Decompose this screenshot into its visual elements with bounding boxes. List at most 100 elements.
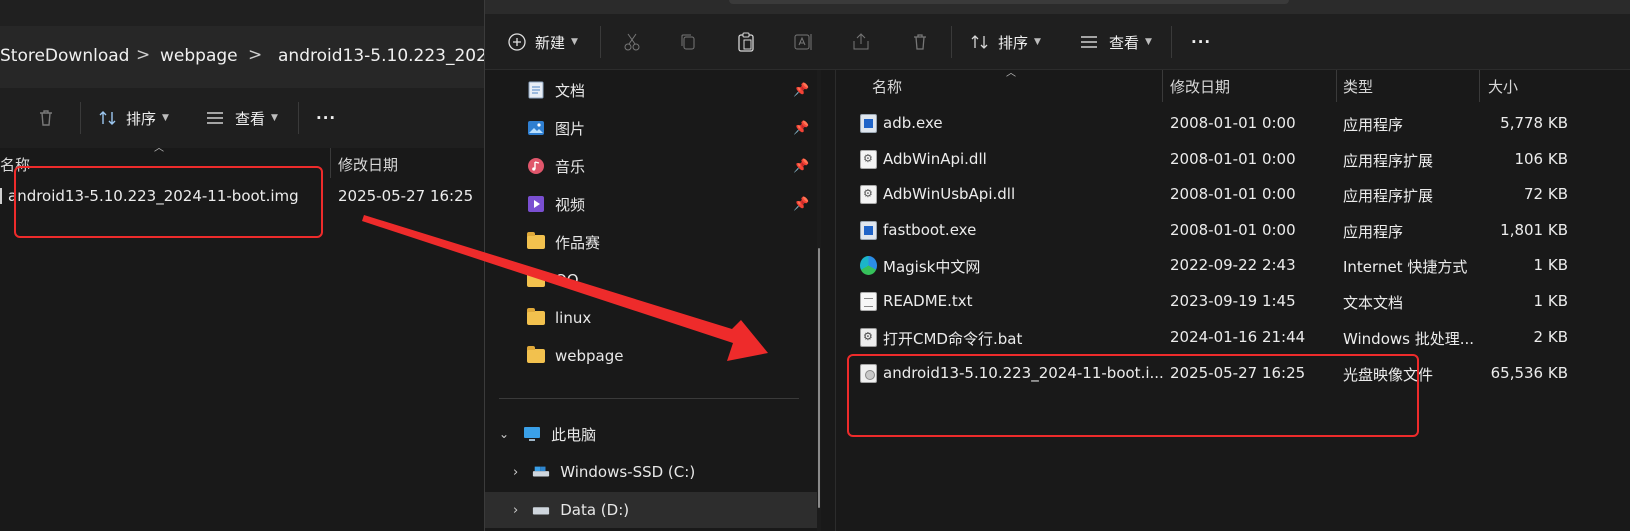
left-address-bar[interactable]: StoreDownload > webpage > android13-5.10… — [0, 26, 504, 88]
file-row[interactable]: AdbWinApi.dll 2008-01-01 0:00 应用程序扩展 106… — [836, 142, 1630, 178]
file-row[interactable]: AdbWinUsbApi.dll 2008-01-01 0:00 应用程序扩展 … — [836, 177, 1630, 213]
breadcrumb-separator[interactable]: > — [136, 45, 150, 65]
left-window-top-strip — [0, 0, 504, 26]
pin-icon[interactable]: 📌 — [793, 197, 809, 212]
column-header-modified[interactable]: 修改日期 — [1170, 76, 1230, 97]
right-explorer-window: 新建 ▼ 排序 ▼ 查看 ▼ ··· 文档 📌 图片 📌 音乐 📌 视频 📌 作… — [484, 0, 1630, 531]
toolbar-divider — [80, 102, 81, 134]
nav-item-label: Data (D:) — [560, 501, 630, 519]
nav-item-this-pc[interactable]: ⌄ 此电脑 — [485, 416, 819, 452]
view-button[interactable]: 查看 ▼ — [205, 106, 278, 130]
column-divider[interactable] — [1336, 70, 1337, 102]
sort-button[interactable]: 排序 ▼ — [98, 106, 169, 130]
file-row[interactable]: 打开CMD命令行.bat 2024-01-16 21:44 Windows 批处… — [836, 320, 1630, 356]
nav-item-zuopinsai[interactable]: 作品赛 — [485, 224, 819, 260]
column-header-modified[interactable]: 修改日期 — [338, 154, 398, 175]
chevron-down-icon[interactable]: ⌄ — [499, 427, 509, 441]
nav-item-label: 图片 — [555, 119, 586, 138]
paste-button[interactable] — [736, 30, 756, 54]
exe-file-icon — [860, 114, 877, 133]
chevron-down-icon: ▼ — [162, 113, 169, 123]
pin-icon[interactable]: 📌 — [793, 159, 809, 174]
column-divider[interactable] — [1479, 70, 1480, 102]
more-options-button[interactable]: ··· — [316, 106, 336, 130]
toolbar-divider — [298, 102, 299, 134]
file-name: Magisk中文网 — [883, 258, 981, 276]
file-row[interactable]: fastboot.exe 2008-01-01 0:00 应用程序 1,801 … — [836, 213, 1630, 249]
column-divider[interactable] — [330, 148, 331, 178]
column-divider[interactable] — [1162, 70, 1163, 102]
view-button[interactable]: 查看 ▼ — [1079, 30, 1152, 54]
pin-icon[interactable]: 📌 — [793, 121, 809, 136]
nav-item-pictures[interactable]: 图片 📌 — [485, 110, 819, 146]
file-name: AdbWinApi.dll — [883, 150, 987, 168]
drive-icon — [532, 463, 550, 481]
trash-icon — [914, 34, 926, 50]
nav-item-label: linux — [555, 309, 592, 327]
view-label: 查看 — [1109, 33, 1140, 52]
nav-item-drive-d[interactable]: › Data (D:) — [485, 492, 819, 528]
folder-icon — [527, 346, 545, 363]
chevron-right-icon[interactable]: › — [513, 503, 518, 518]
file-size: 1 KB — [1533, 256, 1568, 274]
nav-item-linux[interactable]: linux — [485, 300, 819, 336]
sort-label: 排序 — [126, 109, 157, 128]
breadcrumb-current-folder[interactable]: android13-5.10.223_2024-1 — [278, 46, 504, 66]
file-modified: 2008-01-01 0:00 — [1170, 221, 1296, 239]
nav-item-drive-c[interactable]: › Windows-SSD (C:) — [485, 454, 819, 490]
breadcrumb-webpage[interactable]: webpage — [160, 46, 238, 66]
copy-button[interactable] — [678, 30, 698, 54]
sort-label: 排序 — [998, 33, 1029, 52]
file-modified: 2025-05-27 16:25 — [338, 187, 474, 205]
text-file-icon — [860, 292, 877, 311]
view-label: 查看 — [235, 109, 266, 128]
file-type: 应用程序扩展 — [1343, 152, 1434, 170]
breadcrumb-separator[interactable]: > — [248, 45, 262, 65]
dll-file-icon — [860, 185, 877, 204]
file-row[interactable]: README.txt 2023-09-19 1:45 文本文档 1 KB — [836, 284, 1630, 320]
folder-icon — [527, 308, 545, 325]
file-name: AdbWinUsbApi.dll — [883, 185, 1016, 203]
more-options-button[interactable]: ··· — [1191, 30, 1211, 54]
new-button[interactable]: 新建 ▼ — [507, 30, 578, 54]
file-type: 文本文档 — [1343, 294, 1404, 312]
column-header-type[interactable]: 类型 — [1343, 76, 1373, 97]
file-icon — [0, 188, 2, 204]
toolbar-divider — [600, 26, 601, 58]
left-explorer-window: StoreDownload > webpage > android13-5.10… — [0, 0, 504, 531]
file-type: 应用程序 — [1343, 116, 1404, 134]
nav-item-videos[interactable]: 视频 📌 — [485, 186, 819, 222]
nav-scrollbar-thumb[interactable] — [818, 248, 820, 508]
videos-icon — [527, 195, 545, 213]
nav-item-webpage[interactable]: webpage — [485, 338, 819, 374]
file-row[interactable]: Magisk中文网 2022-09-22 2:43 Internet 快捷方式 … — [836, 248, 1630, 284]
cut-button[interactable] — [622, 30, 642, 54]
sort-button[interactable]: 排序 ▼ — [970, 30, 1041, 54]
file-size: 1 KB — [1533, 292, 1568, 310]
chevron-down-icon: ▼ — [1034, 37, 1041, 47]
chevron-down-icon: ▼ — [271, 113, 278, 123]
file-size: 2 KB — [1533, 328, 1568, 346]
nav-section-divider — [499, 398, 799, 399]
nav-item-documents[interactable]: 文档 📌 — [485, 72, 819, 108]
delete-button[interactable] — [36, 106, 56, 130]
file-row[interactable]: adb.exe 2008-01-01 0:00 应用程序 5,778 KB — [836, 106, 1630, 142]
file-name: fastboot.exe — [883, 221, 977, 239]
nav-item-music[interactable]: 音乐 📌 — [485, 148, 819, 184]
breadcrumb-storedownload[interactable]: StoreDownload — [0, 46, 129, 66]
documents-icon — [527, 81, 545, 99]
chevron-right-icon[interactable]: › — [513, 465, 518, 480]
delete-button[interactable] — [910, 30, 930, 54]
file-type: Internet 快捷方式 — [1343, 258, 1468, 276]
copy-icon — [681, 34, 695, 50]
file-modified: 2024-01-16 21:44 — [1170, 328, 1306, 346]
column-header-name[interactable]: 名称 — [872, 76, 902, 97]
drive-icon — [532, 501, 550, 519]
batch-file-icon — [860, 328, 877, 347]
rename-button[interactable] — [793, 30, 815, 54]
pin-icon[interactable]: 📌 — [793, 83, 809, 98]
column-header-size[interactable]: 大小 — [1488, 76, 1518, 97]
share-button[interactable] — [851, 30, 871, 54]
right-window-top-strip — [485, 0, 1630, 14]
nav-item-qq[interactable]: QQ — [485, 262, 819, 298]
